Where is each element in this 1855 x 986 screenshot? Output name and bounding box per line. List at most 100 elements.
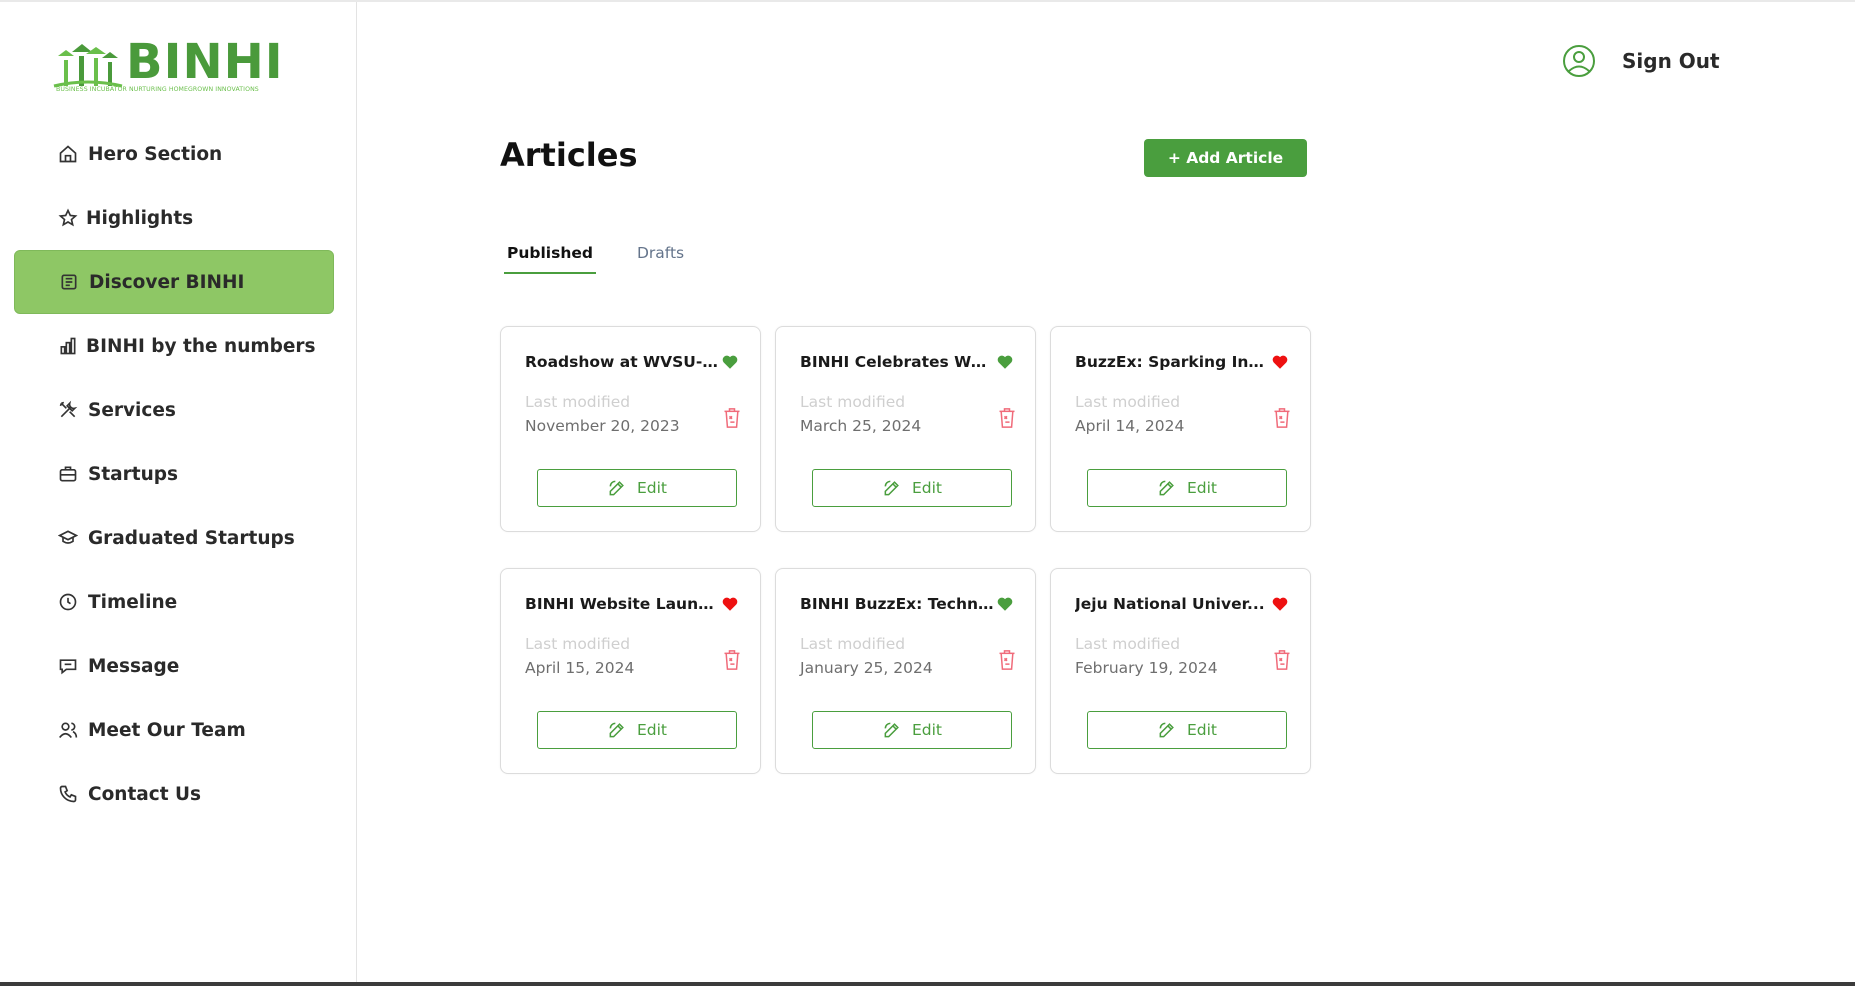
trash-icon[interactable] bbox=[722, 407, 742, 429]
message-icon bbox=[59, 659, 77, 675]
sidebar-item-label: Hero Section bbox=[88, 143, 223, 165]
bottom-border bbox=[0, 982, 1855, 986]
last-modified-date: April 15, 2024 bbox=[525, 659, 635, 677]
edit-icon bbox=[884, 480, 899, 496]
article-card: Jeju National Univer... Last modified Fe… bbox=[1050, 568, 1311, 774]
edit-button[interactable]: Edit bbox=[537, 469, 737, 507]
heart-icon[interactable] bbox=[996, 595, 1014, 613]
edit-button[interactable]: Edit bbox=[1087, 711, 1287, 749]
last-modified-date: April 14, 2024 bbox=[1075, 417, 1185, 435]
sidebar-item-label: Timeline bbox=[88, 591, 178, 613]
sidebar-nav: Hero Section Highlights Discover BINHI B… bbox=[14, 122, 334, 826]
edit-button[interactable]: Edit bbox=[812, 711, 1012, 749]
sidebar-item-label: Highlights bbox=[86, 207, 194, 229]
edit-label: Edit bbox=[911, 721, 943, 739]
clock-icon bbox=[59, 593, 77, 611]
sidebar-item-label: Contact Us bbox=[88, 783, 202, 805]
trash-icon[interactable] bbox=[997, 407, 1017, 429]
sidebar-item-message[interactable]: Message bbox=[14, 634, 334, 698]
sign-out-label: Sign Out bbox=[1622, 49, 1720, 73]
graduation-cap-icon bbox=[58, 530, 78, 544]
heart-icon[interactable] bbox=[1271, 353, 1289, 371]
sidebar-item-discover-binhi[interactable]: Discover BINHI bbox=[14, 250, 334, 314]
edit-icon bbox=[1159, 480, 1174, 496]
sidebar-item-graduated-startups[interactable]: Graduated Startups bbox=[14, 506, 334, 570]
heart-icon[interactable] bbox=[721, 353, 739, 371]
edit-label: Edit bbox=[636, 479, 668, 497]
article-title[interactable]: BINHI Website Launch... bbox=[525, 595, 721, 613]
logo-tagline: BUSINESS INCUBATOR NURTURING HOMEGROWN I… bbox=[56, 86, 259, 93]
sidebar-item-binhi-by-the-numbers[interactable]: BINHI by the numbers bbox=[14, 314, 334, 378]
article-title[interactable]: Roadshow at WVSU-Cal... bbox=[525, 353, 721, 371]
sidebar-item-timeline[interactable]: Timeline bbox=[14, 570, 334, 634]
heart-icon[interactable] bbox=[721, 595, 739, 613]
article-card: BuzzEx: Sparking Inn... Last modified Ap… bbox=[1050, 326, 1311, 532]
last-modified-date: March 25, 2024 bbox=[800, 417, 922, 435]
edit-label: Edit bbox=[911, 479, 943, 497]
article-title[interactable]: Jeju National Univer... bbox=[1075, 595, 1271, 613]
tab-published[interactable]: Published bbox=[504, 238, 596, 274]
binhi-logo[interactable]: BINHI BUSINESS INCUBATOR NURTURING HOMEG… bbox=[52, 34, 284, 100]
newspaper-icon bbox=[61, 274, 77, 290]
article-title[interactable]: BuzzEx: Sparking Inn... bbox=[1075, 353, 1271, 371]
sidebar-item-highlights[interactable]: Highlights bbox=[14, 186, 334, 250]
edit-button[interactable]: Edit bbox=[537, 711, 737, 749]
article-card: BINHI Website Launch... Last modified Ap… bbox=[500, 568, 761, 774]
logo-sprout-icon bbox=[53, 44, 123, 88]
last-modified-label: Last modified bbox=[800, 635, 906, 653]
article-card: BINHI BuzzEx: Techno... Last modified Ja… bbox=[775, 568, 1036, 774]
article-title[interactable]: BINHI BuzzEx: Techno... bbox=[800, 595, 996, 613]
last-modified-label: Last modified bbox=[1075, 393, 1181, 411]
briefcase-icon bbox=[59, 466, 77, 482]
article-card: Roadshow at WVSU-Cal... Last modified No… bbox=[500, 326, 761, 532]
sidebar-item-label: Startups bbox=[88, 463, 179, 485]
sidebar-item-label: Graduated Startups bbox=[88, 527, 295, 549]
heart-icon[interactable] bbox=[996, 353, 1014, 371]
sidebar-item-label: Services bbox=[88, 399, 176, 421]
last-modified-label: Last modified bbox=[525, 635, 631, 653]
tools-icon bbox=[59, 400, 78, 418]
edit-label: Edit bbox=[636, 721, 668, 739]
edit-button[interactable]: Edit bbox=[1087, 469, 1287, 507]
edit-icon bbox=[609, 722, 624, 738]
logo-wordmark: BINHI bbox=[126, 34, 284, 90]
sidebar-item-label: Message bbox=[88, 655, 180, 677]
phone-icon bbox=[59, 785, 77, 803]
edit-icon bbox=[884, 722, 899, 738]
add-article-button[interactable]: + Add Article bbox=[1144, 139, 1307, 177]
sidebar-item-startups[interactable]: Startups bbox=[14, 442, 334, 506]
users-icon bbox=[59, 722, 78, 739]
edit-label: Edit bbox=[1186, 479, 1218, 497]
trash-icon[interactable] bbox=[1272, 649, 1292, 671]
trash-icon[interactable] bbox=[1272, 407, 1292, 429]
edit-label: Edit bbox=[1186, 721, 1218, 739]
last-modified-label: Last modified bbox=[1075, 635, 1181, 653]
sidebar: BINHI BUSINESS INCUBATOR NURTURING HOMEG… bbox=[0, 2, 357, 982]
article-card: BINHI Celebrates Wom... Last modified Ma… bbox=[775, 326, 1036, 532]
sidebar-item-services[interactable]: Services bbox=[14, 378, 334, 442]
sidebar-item-label: BINHI by the numbers bbox=[86, 335, 316, 357]
sidebar-item-contact-us[interactable]: Contact Us bbox=[14, 762, 334, 826]
last-modified-label: Last modified bbox=[525, 393, 631, 411]
sidebar-item-hero-section[interactable]: Hero Section bbox=[14, 122, 334, 186]
article-title[interactable]: BINHI Celebrates Wom... bbox=[800, 353, 996, 371]
home-icon bbox=[59, 145, 77, 163]
last-modified-date: February 19, 2024 bbox=[1075, 659, 1218, 677]
trash-icon[interactable] bbox=[722, 649, 742, 671]
sidebar-item-label: Discover BINHI bbox=[89, 271, 245, 293]
edit-icon bbox=[609, 480, 624, 496]
sidebar-item-label: Meet Our Team bbox=[88, 719, 246, 741]
trash-icon[interactable] bbox=[997, 649, 1017, 671]
star-icon bbox=[58, 208, 78, 227]
bar-chart-icon bbox=[60, 337, 76, 355]
user-circle-icon bbox=[1563, 45, 1595, 77]
last-modified-date: January 25, 2024 bbox=[800, 659, 933, 677]
heart-icon[interactable] bbox=[1271, 595, 1289, 613]
sidebar-item-meet-our-team[interactable]: Meet Our Team bbox=[14, 698, 334, 762]
last-modified-date: November 20, 2023 bbox=[525, 417, 680, 435]
tab-drafts[interactable]: Drafts bbox=[634, 238, 687, 274]
edit-icon bbox=[1159, 722, 1174, 738]
sign-out-button[interactable]: Sign Out bbox=[1562, 44, 1720, 78]
edit-button[interactable]: Edit bbox=[812, 469, 1012, 507]
article-tabs: Published Drafts bbox=[504, 238, 725, 274]
